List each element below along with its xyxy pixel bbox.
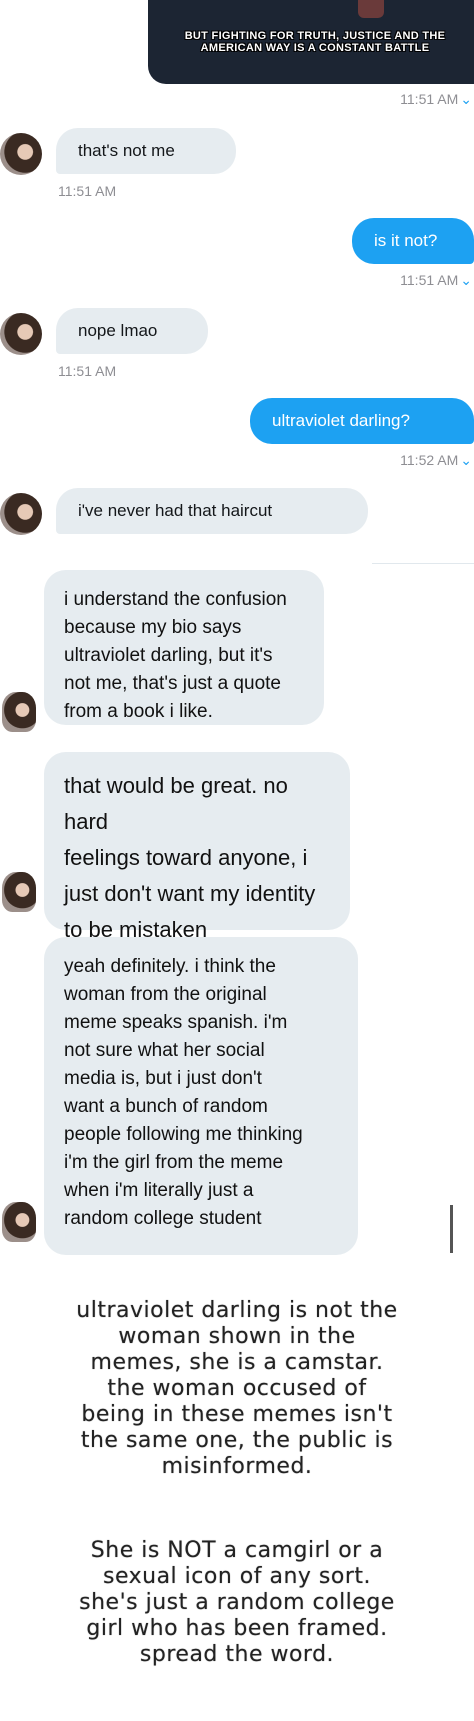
image-message[interactable]: BUT FIGHTING FOR TRUTH, JUSTICE AND THE … — [148, 0, 474, 84]
read-check-icon: ⌄ — [460, 272, 472, 288]
incoming-message[interactable]: that would be great. no hard feelings to… — [44, 752, 350, 942]
read-check-icon: ⌄ — [460, 452, 472, 468]
divider — [372, 563, 474, 564]
read-check-icon: ⌄ — [460, 91, 472, 107]
incoming-message[interactable]: that's not me — [56, 128, 236, 174]
timestamp: 11:51 AM ⌄ — [400, 91, 472, 107]
outgoing-message[interactable]: ultraviolet darling? — [250, 398, 474, 444]
avatar[interactable] — [2, 692, 36, 732]
text-cursor — [450, 1205, 453, 1253]
avatar[interactable] — [0, 493, 42, 535]
timestamp: 11:51 AM ⌄ — [400, 272, 472, 288]
avatar[interactable] — [2, 872, 36, 912]
incoming-message[interactable]: i've never had that haircut — [56, 488, 368, 534]
avatar[interactable] — [0, 313, 42, 355]
incoming-message[interactable]: yeah definitely. i think the woman from … — [44, 937, 358, 1255]
image-figure — [358, 0, 384, 18]
avatar[interactable] — [0, 133, 42, 175]
image-caption: BUT FIGHTING FOR TRUTH, JUSTICE AND THE … — [184, 30, 446, 54]
incoming-message[interactable]: i understand the confusion because my bi… — [44, 570, 324, 725]
timestamp: 11:51 AM — [58, 363, 117, 379]
outgoing-message[interactable]: is it not? — [352, 218, 474, 264]
notice-paragraph-1: ultraviolet darling is not the woman sho… — [76, 1298, 398, 1479]
avatar[interactable] — [2, 1202, 36, 1242]
timestamp: 11:52 AM ⌄ — [400, 452, 472, 468]
incoming-message[interactable]: nope lmao — [56, 308, 208, 354]
timestamp: 11:51 AM — [58, 183, 117, 199]
notice-paragraph-2: She is NOT a camgirl or a sexual icon of… — [79, 1538, 395, 1667]
